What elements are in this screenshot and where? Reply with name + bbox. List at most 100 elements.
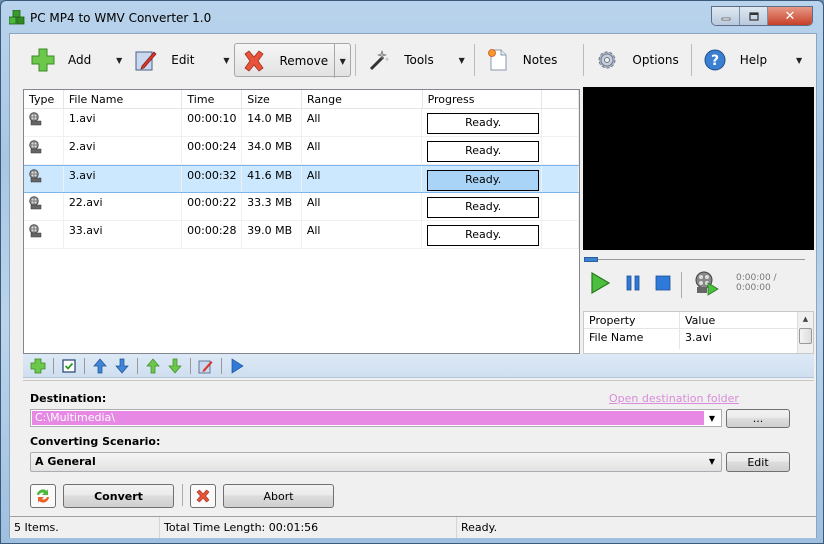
- column-header-time[interactable]: Time: [182, 90, 243, 108]
- file-row[interactable]: 3.avi 00:00:32 41.6 MB All Ready.: [24, 165, 579, 193]
- file-row[interactable]: 2.avi 00:00:24 34.0 MB All Ready.: [24, 137, 579, 165]
- scroll-up-icon[interactable]: ▲: [798, 312, 813, 326]
- edit-button[interactable]: Edit: [127, 43, 200, 77]
- file-type-cell: [24, 109, 64, 136]
- notes-button[interactable]: Notes: [479, 43, 564, 77]
- pause-icon: [626, 275, 640, 291]
- help-button[interactable]: ? Help: [696, 43, 773, 77]
- play-icon: [591, 271, 611, 295]
- scenario-edit-button[interactable]: Edit: [726, 452, 790, 472]
- close-icon: ✕: [784, 9, 796, 24]
- progress-indicator: Ready.: [427, 170, 540, 191]
- video-preview: [583, 87, 814, 250]
- title-bar[interactable]: PC MP4 to WMV Converter 1.0 ✕: [1, 1, 823, 33]
- abort-button[interactable]: Abort: [223, 484, 334, 508]
- help-icon: ?: [702, 47, 728, 73]
- maximize-icon: [748, 11, 759, 21]
- column-header-range[interactable]: Range: [302, 90, 423, 108]
- file-row[interactable]: 33.avi 00:00:28 39.0 MB All Ready.: [24, 221, 579, 249]
- file-list[interactable]: Type File Name Time Size Range Progress …: [23, 89, 580, 354]
- arrow-down-green-icon: [168, 358, 182, 374]
- property-row[interactable]: File Name 3.avi: [584, 329, 813, 349]
- arrow-down-icon: [115, 358, 129, 374]
- destination-combobox[interactable]: C:\Multimedia\ ▼: [30, 409, 722, 427]
- player-controls: 0:00:00 / 0:00:00: [586, 270, 814, 304]
- properties-header-property: Property: [584, 312, 680, 328]
- list-play-button[interactable]: [226, 356, 248, 376]
- move-top-button[interactable]: [142, 356, 164, 376]
- file-row[interactable]: 22.avi 00:00:22 33.3 MB All Ready.: [24, 193, 579, 221]
- remove-icon: [241, 48, 267, 74]
- add-icon: [30, 47, 56, 73]
- chevron-down-icon: ▼: [223, 55, 230, 65]
- destination-label: Destination:: [30, 392, 107, 405]
- file-size-cell: 33.3 MB: [242, 193, 302, 220]
- check-all-button[interactable]: [58, 356, 80, 376]
- remove-dropdown[interactable]: ▼: [334, 44, 350, 78]
- chevron-down-icon: ▼: [116, 55, 123, 65]
- browse-button[interactable]: ...: [726, 409, 790, 428]
- add-dropdown[interactable]: ▼: [111, 43, 127, 77]
- list-add-button[interactable]: [27, 356, 49, 376]
- seek-thumb[interactable]: [584, 257, 598, 262]
- convert-icon: [37, 489, 49, 503]
- status-total-time: Total Time Length: 00:01:56: [160, 517, 457, 538]
- converting-scenario-select[interactable]: A General ▼: [30, 452, 722, 472]
- destination-dropdown-arrow[interactable]: ▼: [704, 411, 720, 425]
- options-button[interactable]: Options: [588, 43, 684, 77]
- column-header-file-name[interactable]: File Name: [64, 90, 183, 108]
- scroll-thumb[interactable]: [799, 328, 812, 344]
- file-row[interactable]: 1.avi 00:00:10 14.0 MB All Ready.: [24, 109, 579, 137]
- convert-icon-button[interactable]: [30, 484, 56, 508]
- file-range-cell: All: [302, 137, 423, 164]
- help-dropdown[interactable]: ▼: [791, 43, 807, 77]
- video-file-icon: [29, 140, 43, 157]
- close-button[interactable]: ✕: [768, 7, 812, 25]
- move-bottom-button[interactable]: [164, 356, 186, 376]
- abort-icon-button[interactable]: [190, 484, 216, 508]
- open-destination-folder-link[interactable]: Open destination folder: [609, 392, 739, 405]
- maximize-button[interactable]: [740, 7, 768, 25]
- tools-button[interactable]: Tools: [360, 43, 440, 77]
- file-time-cell: 00:00:24: [182, 137, 243, 164]
- list-toolbar-separator: [190, 357, 191, 374]
- edit-icon: [198, 360, 213, 373]
- add-button[interactable]: Add: [24, 43, 97, 77]
- file-name-cell: 1.avi: [64, 109, 183, 136]
- convert-button[interactable]: Convert: [63, 484, 174, 508]
- toolbar-separator: [355, 44, 357, 76]
- remove-label: Remove: [279, 54, 329, 68]
- edit-dropdown[interactable]: ▼: [218, 43, 234, 77]
- scenario-dropdown-arrow[interactable]: ▼: [704, 455, 720, 469]
- progress-indicator: Ready.: [427, 225, 540, 246]
- status-item-count: 5 Items.: [10, 517, 160, 538]
- move-down-button[interactable]: [111, 356, 133, 376]
- move-up-button[interactable]: [89, 356, 111, 376]
- destination-value[interactable]: C:\Multimedia\: [32, 411, 704, 425]
- seek-slider[interactable]: [583, 256, 814, 262]
- edit-icon: [133, 47, 159, 73]
- seek-track: [585, 259, 805, 260]
- minimize-button[interactable]: [712, 7, 740, 25]
- file-range-cell: All: [302, 221, 423, 248]
- column-header-progress[interactable]: Progress: [423, 90, 543, 108]
- remove-button[interactable]: Remove: [235, 44, 334, 78]
- svg-text:?: ?: [711, 53, 719, 69]
- file-extra-cell: [542, 109, 579, 136]
- file-type-cell: [24, 193, 64, 220]
- list-edit-button[interactable]: [195, 356, 217, 376]
- play-button[interactable]: [588, 270, 612, 296]
- column-header-size[interactable]: Size: [242, 90, 303, 108]
- remove-button-group: Remove ▼: [234, 43, 352, 78]
- stop-button[interactable]: [651, 270, 675, 296]
- pause-button[interactable]: [621, 270, 645, 296]
- column-header-type[interactable]: Type: [24, 90, 64, 108]
- file-extra-cell: [542, 221, 579, 248]
- properties-scrollbar[interactable]: ▲: [797, 312, 813, 353]
- film-reel-play-icon: [695, 271, 719, 296]
- tools-dropdown[interactable]: ▼: [454, 43, 470, 77]
- stop-icon: [655, 275, 671, 291]
- play-selected-button[interactable]: [692, 270, 722, 296]
- status-state: Ready.: [461, 521, 498, 534]
- file-extra-cell: [542, 137, 579, 164]
